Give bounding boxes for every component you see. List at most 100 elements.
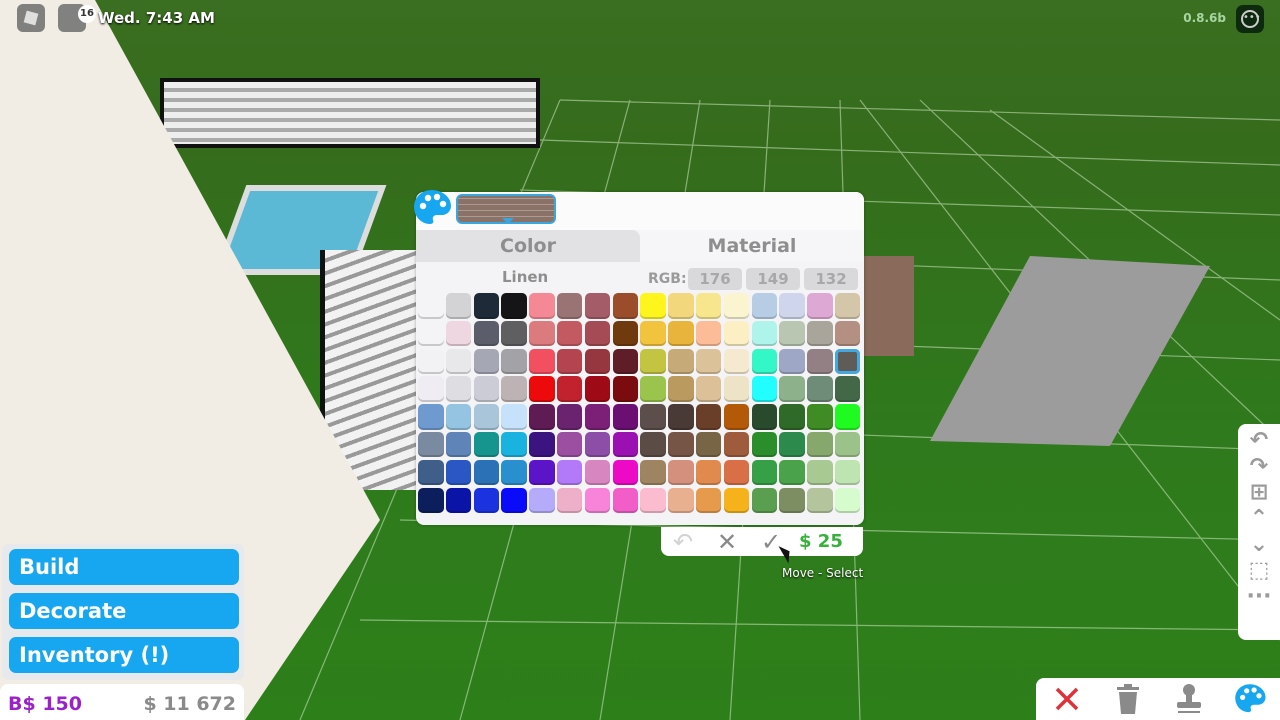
color-swatch[interactable] <box>668 404 694 430</box>
color-swatch[interactable] <box>584 459 611 486</box>
color-swatch[interactable] <box>445 376 472 402</box>
more-options-button[interactable]: ••• <box>1236 5 1264 33</box>
color-swatch[interactable] <box>751 376 778 402</box>
color-swatch[interactable] <box>668 459 694 486</box>
color-swatch[interactable] <box>807 320 833 347</box>
color-swatch[interactable] <box>668 293 694 319</box>
tab-color[interactable]: Color <box>416 230 640 262</box>
color-swatch[interactable] <box>473 404 500 430</box>
paint-button[interactable] <box>1230 680 1270 718</box>
color-swatch[interactable] <box>556 459 583 486</box>
color-swatch[interactable] <box>723 404 750 430</box>
color-swatch[interactable] <box>723 459 750 486</box>
color-swatch[interactable] <box>529 293 555 319</box>
color-swatch[interactable] <box>556 376 583 402</box>
delete-mode-button[interactable] <box>1047 680 1087 718</box>
color-swatch-selected[interactable] <box>834 348 861 375</box>
grid-tool-button[interactable]: ⊞ <box>1243 479 1275 505</box>
color-swatch[interactable] <box>779 376 805 402</box>
color-swatch[interactable] <box>612 487 639 514</box>
color-swatch[interactable] <box>473 293 500 319</box>
color-swatch[interactable] <box>584 487 611 514</box>
color-swatch[interactable] <box>529 459 555 486</box>
color-swatch[interactable] <box>501 459 527 486</box>
color-swatch[interactable] <box>612 293 639 319</box>
color-swatch[interactable] <box>501 487 527 514</box>
color-swatch[interactable] <box>556 487 583 514</box>
color-swatch[interactable] <box>668 376 694 402</box>
color-swatch[interactable] <box>473 487 500 514</box>
tab-material[interactable]: Material <box>640 230 864 262</box>
color-swatch[interactable] <box>751 320 778 347</box>
color-swatch[interactable] <box>834 487 861 514</box>
color-swatch[interactable] <box>529 487 555 514</box>
color-swatch[interactable] <box>640 293 666 319</box>
color-swatch[interactable] <box>445 293 472 319</box>
color-swatch[interactable] <box>779 293 805 319</box>
color-swatch[interactable] <box>640 348 666 375</box>
color-swatch[interactable] <box>779 348 805 375</box>
color-swatch[interactable] <box>640 404 666 430</box>
color-swatch[interactable] <box>418 293 444 319</box>
color-swatch[interactable] <box>612 320 639 347</box>
color-swatch[interactable] <box>501 320 527 347</box>
rgb-blue-field[interactable]: 132 <box>804 268 858 290</box>
raise-button[interactable]: ⌃ <box>1243 505 1275 531</box>
palette-icon[interactable] <box>410 186 454 230</box>
color-swatch[interactable] <box>418 459 444 486</box>
color-swatch[interactable] <box>501 376 527 402</box>
color-swatch[interactable] <box>779 320 805 347</box>
color-swatch[interactable] <box>473 376 500 402</box>
color-swatch[interactable] <box>501 348 527 375</box>
color-swatch[interactable] <box>807 459 833 486</box>
color-swatch[interactable] <box>445 320 472 347</box>
color-swatch[interactable] <box>584 348 611 375</box>
cancel-button[interactable]: ✕ <box>705 527 749 556</box>
color-swatch[interactable] <box>612 348 639 375</box>
color-swatch[interactable] <box>640 320 666 347</box>
color-swatch[interactable] <box>807 376 833 402</box>
color-swatch[interactable] <box>779 459 805 486</box>
color-swatch[interactable] <box>723 348 750 375</box>
color-swatch[interactable] <box>584 431 611 458</box>
color-swatch[interactable] <box>418 431 444 458</box>
color-swatch[interactable] <box>612 404 639 430</box>
undo-tool-button[interactable]: ↶ <box>1243 427 1275 453</box>
color-swatch[interactable] <box>834 404 861 430</box>
color-swatch[interactable] <box>501 404 527 430</box>
color-swatch[interactable] <box>501 431 527 458</box>
color-swatch[interactable] <box>584 404 611 430</box>
color-swatch[interactable] <box>445 487 472 514</box>
trash-button[interactable] <box>1108 680 1148 718</box>
color-swatch[interactable] <box>834 459 861 486</box>
color-swatch[interactable] <box>751 487 778 514</box>
color-swatch[interactable] <box>695 404 722 430</box>
color-swatch[interactable] <box>834 376 861 402</box>
color-swatch[interactable] <box>695 459 722 486</box>
color-swatch[interactable] <box>668 320 694 347</box>
color-swatch[interactable] <box>695 431 722 458</box>
stamp-button[interactable] <box>1169 680 1209 718</box>
color-swatch[interactable] <box>612 376 639 402</box>
color-swatch[interactable] <box>834 320 861 347</box>
color-swatch[interactable] <box>695 487 722 514</box>
color-swatch[interactable] <box>640 459 666 486</box>
color-swatch[interactable] <box>584 293 611 319</box>
color-swatch[interactable] <box>668 431 694 458</box>
color-swatch[interactable] <box>695 348 722 375</box>
color-swatch[interactable] <box>751 459 778 486</box>
color-swatch[interactable] <box>640 431 666 458</box>
rgb-green-field[interactable]: 149 <box>746 268 800 290</box>
more-tools-button[interactable]: ··· <box>1243 583 1275 609</box>
color-swatch[interactable] <box>445 431 472 458</box>
color-swatch[interactable] <box>807 348 833 375</box>
color-swatch[interactable] <box>529 376 555 402</box>
color-swatch[interactable] <box>779 487 805 514</box>
color-swatch[interactable] <box>501 293 527 319</box>
color-swatch[interactable] <box>418 487 444 514</box>
color-swatch[interactable] <box>807 404 833 430</box>
color-swatch[interactable] <box>695 376 722 402</box>
roblox-menu-icon[interactable] <box>17 4 45 32</box>
undo-button[interactable]: ↶ <box>661 527 705 556</box>
color-swatch[interactable] <box>695 293 722 319</box>
